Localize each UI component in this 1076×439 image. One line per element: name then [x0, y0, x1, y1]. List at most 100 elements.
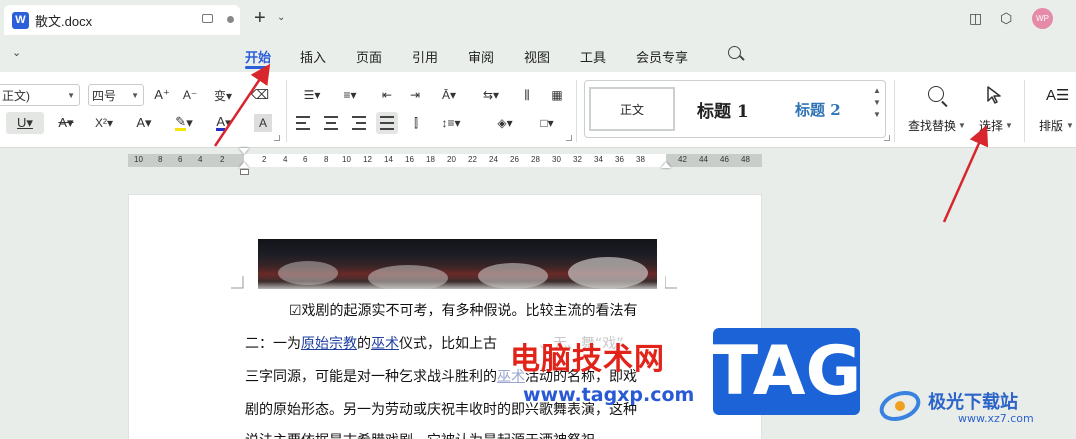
ruler-number: 46: [720, 155, 729, 164]
font-name-value: 正文): [2, 88, 30, 103]
link-primitive-religion[interactable]: 原始宗教: [301, 336, 357, 352]
chevron-down-icon: ▼: [1066, 121, 1074, 130]
tab-home[interactable]: 开始: [245, 47, 271, 66]
magnifier-handle: [941, 100, 948, 108]
crop-mark-top-left: [231, 276, 244, 289]
ruler-number: 38: [636, 155, 645, 164]
layout-icon: A☰: [1046, 87, 1070, 104]
strikethrough-button[interactable]: A▾: [52, 112, 80, 134]
font-name-select[interactable]: 正文) ▼: [0, 84, 80, 106]
ruler-number: 30: [552, 155, 561, 164]
monitor-icon[interactable]: [202, 14, 213, 23]
style-heading-1[interactable]: 标题 1: [697, 97, 749, 122]
layout-panel-icon[interactable]: ◫: [969, 10, 982, 27]
search-icon[interactable]: [728, 46, 741, 59]
ruler-number: 36: [615, 155, 624, 164]
tab-review[interactable]: 审阅: [468, 47, 494, 66]
text-run: 三字同源，可能是对一种乞求战斗胜利的: [245, 369, 497, 385]
first-line-indent-marker[interactable]: [239, 148, 249, 154]
paragraph-shading-icon[interactable]: ◈▾: [490, 114, 520, 132]
align-left-icon[interactable]: [296, 114, 314, 132]
superscript-button[interactable]: X²▾: [90, 112, 118, 134]
align-center-icon[interactable]: [322, 114, 340, 132]
ruler-number: 8: [324, 155, 329, 164]
watermark-text: 电脑技术网: [510, 342, 665, 377]
font-size-select[interactable]: 四号 ▼: [88, 84, 144, 106]
ruler-number: 18: [426, 155, 435, 164]
text-direction-icon[interactable]: Ā▾: [434, 85, 464, 105]
distributed-align-icon[interactable]: ⫿: [406, 114, 426, 132]
watermark-tag-logo: TAG: [712, 328, 861, 415]
ruler-number: 32: [573, 155, 582, 164]
left-indent-marker[interactable]: [240, 169, 249, 175]
divider: [286, 80, 287, 142]
numbered-list-icon[interactable]: ≡▾: [336, 85, 364, 105]
link-witchcraft[interactable]: 巫术: [371, 336, 399, 352]
style-heading-2[interactable]: 标题 2: [795, 99, 841, 120]
right-indent-marker[interactable]: [661, 162, 671, 168]
document-tab[interactable]: W 散文.docx: [4, 5, 240, 35]
tab-page[interactable]: 页面: [356, 47, 382, 66]
justify-icon[interactable]: [376, 112, 398, 134]
align-right-icon[interactable]: [348, 114, 366, 132]
collapse-chevron-icon[interactable]: ⌄: [12, 46, 21, 59]
ruler-number: 4: [283, 155, 288, 164]
font-dialog-launcher[interactable]: [274, 135, 280, 141]
styles-gallery: 正文 标题 1 标题 2 ▲ ▼ ▼: [584, 80, 886, 138]
tab-view[interactable]: 视图: [524, 47, 550, 66]
tab-member[interactable]: 会员专享: [636, 47, 688, 66]
active-tab-underline: [245, 66, 269, 69]
divider: [894, 80, 895, 142]
style-normal[interactable]: 正文: [589, 87, 675, 131]
layout-label: 排版: [1039, 119, 1064, 133]
tab-insert[interactable]: 插入: [300, 47, 326, 66]
underline-button[interactable]: U▾: [6, 112, 44, 134]
table-grid-icon[interactable]: ▦: [546, 85, 568, 105]
ruler-number: 20: [447, 155, 456, 164]
styles-dialog-launcher[interactable]: [884, 135, 890, 141]
clear-format-icon[interactable]: ⌫: [250, 85, 270, 105]
font-color-button[interactable]: A ▾: [210, 112, 238, 134]
hanging-indent-marker[interactable]: [239, 162, 249, 168]
line-spacing-icon[interactable]: ↕≡▾: [436, 114, 466, 132]
tab-tools[interactable]: 工具: [580, 47, 606, 66]
ruler-number: 34: [594, 155, 603, 164]
increase-indent-icon[interactable]: ⇥: [404, 85, 426, 105]
ruler-number: 12: [363, 155, 372, 164]
borders-icon[interactable]: □▾: [532, 114, 562, 132]
ruler-number: 16: [405, 155, 414, 164]
cube-icon[interactable]: ⬡: [1000, 10, 1012, 27]
text-effect-button[interactable]: A▾: [130, 112, 158, 134]
grow-font-icon[interactable]: A⁺: [152, 85, 172, 105]
magnifier-icon: [928, 86, 944, 102]
font-size-value: 四号: [92, 88, 117, 103]
ruler-number: 44: [699, 155, 708, 164]
tab-references[interactable]: 引用: [412, 47, 438, 66]
unsaved-dot-icon[interactable]: [227, 16, 234, 23]
new-tab-plus-icon[interactable]: +: [254, 8, 266, 28]
phonetic-guide-icon[interactable]: 变▾: [208, 85, 238, 105]
menu-bar: ⌄ 开始 插入 页面 引用 审阅 视图 工具 会员专享: [0, 38, 1076, 72]
ruler-number: 10: [134, 155, 143, 164]
text-run: 仪式，比如上古: [399, 336, 497, 352]
paragraph-line[interactable]: ☑戏剧的起源实不可考，有多种假说。比较主流的看法有: [289, 300, 638, 320]
paragraph-dialog-launcher[interactable]: [566, 135, 572, 141]
word-logo-icon: W: [12, 11, 29, 29]
shrink-font-icon[interactable]: A⁻: [180, 85, 200, 105]
line-break-icon[interactable]: ⇆▾: [476, 85, 506, 105]
decrease-indent-icon[interactable]: ⇤: [376, 85, 398, 105]
title-bar: W 散文.docx + ⌄ ◫ ⬡ WP: [0, 0, 1076, 38]
paragraph-line[interactable]: 说法主要依据是古希腊戏剧，它被认为是起源于酒神祭祀: [245, 430, 595, 439]
find-replace-label: 查找替换: [908, 119, 957, 133]
highlight-button[interactable]: ✎ ▾: [170, 112, 198, 134]
divider: [1024, 80, 1025, 142]
bullet-list-icon[interactable]: ☰▾: [298, 85, 326, 105]
select-label: 选择: [979, 119, 1004, 133]
document-image[interactable]: [258, 239, 657, 289]
column-icon[interactable]: ⫼: [516, 85, 538, 105]
ruler-number: 22: [468, 155, 477, 164]
new-tab-chevron-down-icon[interactable]: ⌄: [277, 12, 285, 23]
avatar[interactable]: WP: [1032, 8, 1053, 29]
styles-scroll-icon[interactable]: ▲ ▼ ▼: [873, 85, 881, 121]
char-shading-button[interactable]: A: [254, 114, 272, 132]
